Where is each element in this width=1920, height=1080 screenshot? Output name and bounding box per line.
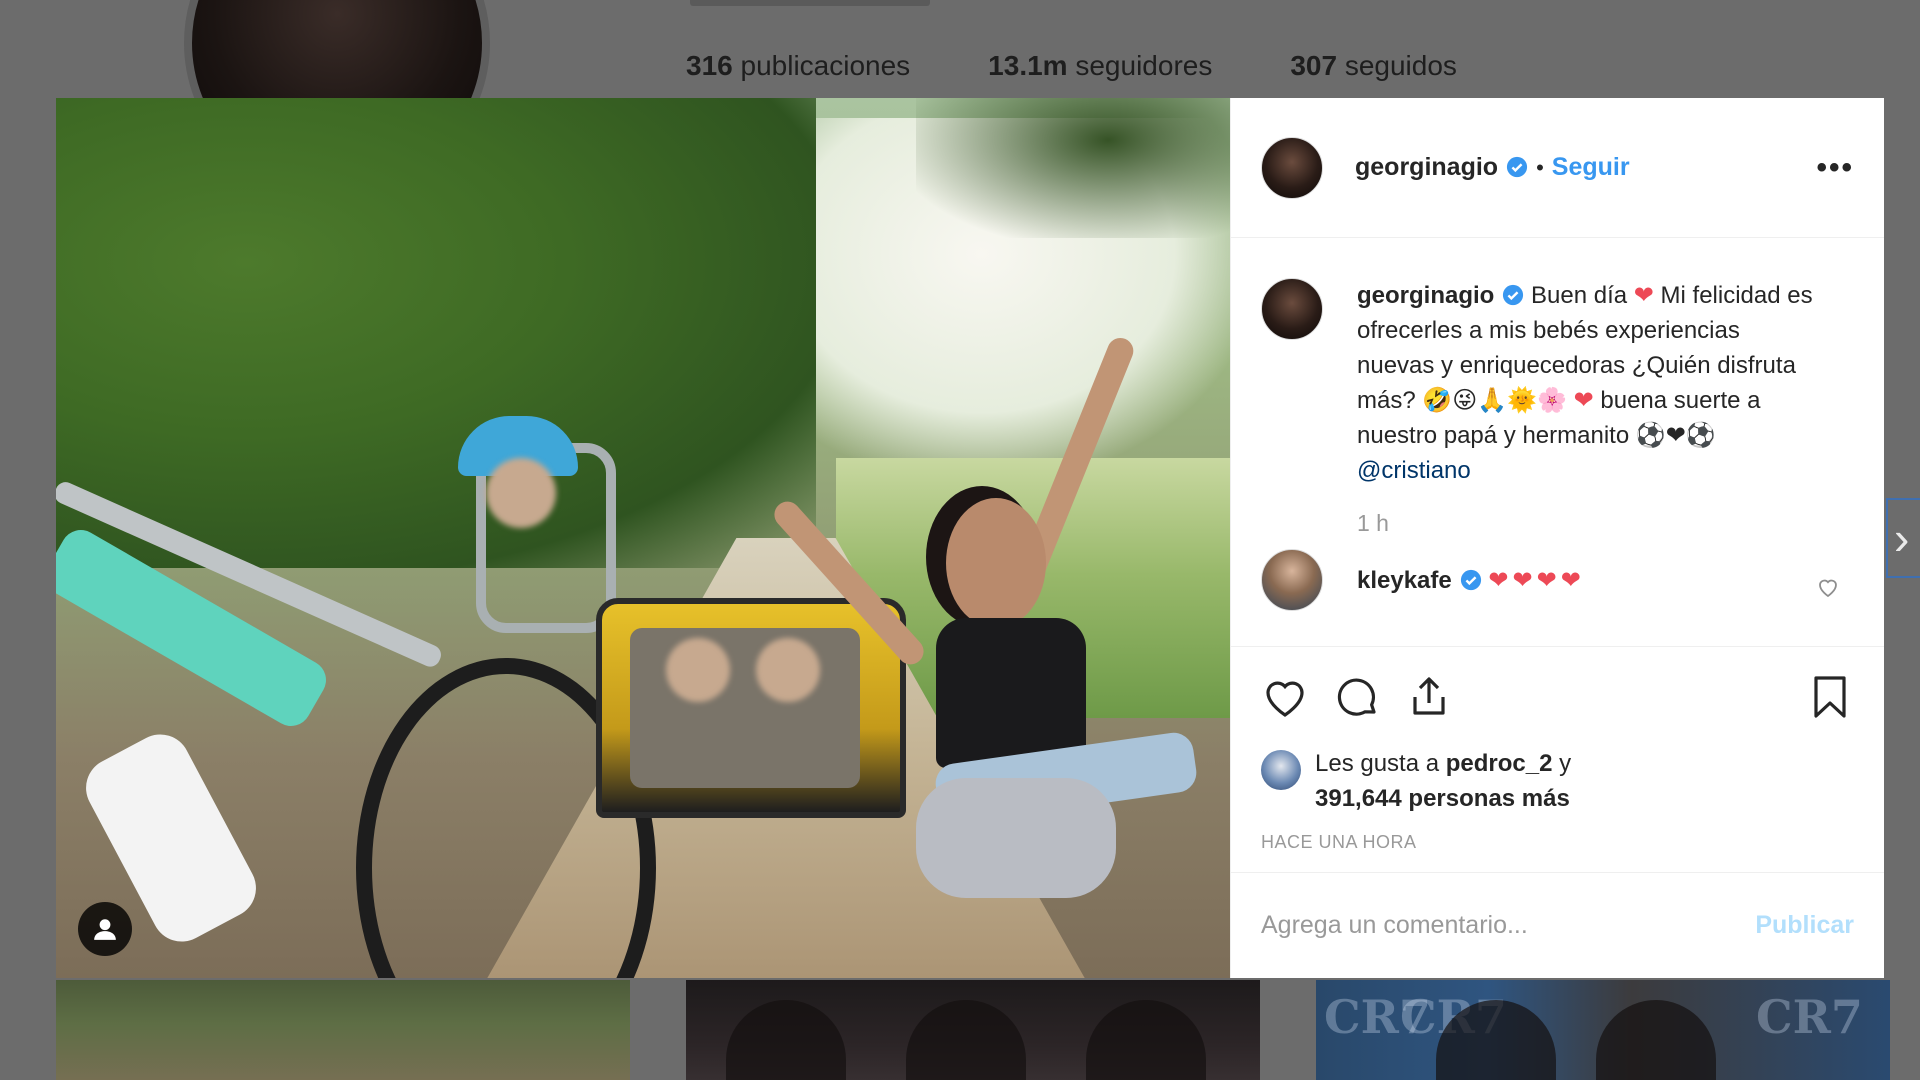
more-options-button[interactable]: ••• <box>1816 151 1854 185</box>
follow-button[interactable]: Seguir <box>1552 153 1630 182</box>
grid-post-thumbnail[interactable] <box>686 980 1260 1080</box>
verified-icon <box>1503 284 1524 306</box>
comment-text: kleykafe ❤❤❤❤ <box>1357 563 1816 598</box>
commenter-avatar[interactable] <box>1261 549 1323 611</box>
user-tag-icon <box>94 919 116 940</box>
chevron-right-icon: › <box>1894 512 1910 564</box>
caption-author-avatar[interactable] <box>1261 278 1323 340</box>
post-modal: georginagio • Seguir ••• georginagio Bue… <box>56 98 1884 978</box>
profile-stats: 316 publicaciones 13.1m seguidores 307 s… <box>686 50 1457 82</box>
grid-post-thumbnail[interactable]: CR7 CR7 CR7 <box>1316 980 1890 1080</box>
likes-text: Les gusta a pedroc_2 y 391,644 personas … <box>1315 750 1572 812</box>
caption-emojis: 🤣😜🙏🌞🌸 <box>1422 386 1567 414</box>
heart-emoji: ❤ <box>1633 281 1654 309</box>
photo-figure <box>906 1000 1026 1080</box>
post-header: georginagio • Seguir ••• <box>1231 98 1884 238</box>
photo-blurred-face <box>666 638 730 702</box>
bookmark-icon[interactable] <box>1806 673 1854 721</box>
caption-text: georginagio Buen día ❤ Mi felicidad es o… <box>1357 278 1817 488</box>
photo-figure <box>726 1000 846 1080</box>
profile-username-cropped <box>690 0 930 6</box>
liker-username[interactable]: pedroc_2 <box>1446 750 1553 777</box>
photo-trees <box>916 98 1230 238</box>
stat-following[interactable]: 307 seguidos <box>1290 50 1457 82</box>
comment-item: kleykafe ❤❤❤❤ <box>1261 549 1854 611</box>
likes-summary: Les gusta a pedroc_2 y 391,644 personas … <box>1231 746 1884 816</box>
likes-count-link[interactable]: 391,644 personas más <box>1315 785 1570 812</box>
post-timestamp: HACE UNA HORA <box>1261 832 1417 852</box>
grid-post-thumbnail[interactable] <box>56 980 630 1080</box>
author-username[interactable]: georginagio <box>1355 153 1528 182</box>
caption-text-part: Buen día <box>1531 282 1634 309</box>
separator-dot: • <box>1536 154 1544 180</box>
caption-emojis: ⚽❤⚽ <box>1635 421 1716 449</box>
stat-posts: 316 publicaciones <box>686 50 911 81</box>
photo-blurred-face <box>756 638 820 702</box>
photo-woman-head <box>946 498 1046 628</box>
action-bar <box>1231 646 1884 746</box>
post-side-panel: georginagio • Seguir ••• georginagio Bue… <box>1230 98 1884 978</box>
photo-woman-body <box>936 618 1086 768</box>
comment-hearts: ❤❤❤❤ <box>1488 565 1585 594</box>
caption-username[interactable]: georginagio <box>1357 282 1494 309</box>
verified-icon <box>1460 569 1481 590</box>
photo-blurred-face <box>486 458 556 528</box>
comment-input[interactable] <box>1261 911 1756 940</box>
cr7-backdrop-logo: CR7 <box>1756 990 1863 1044</box>
post-photo[interactable] <box>56 98 1230 978</box>
verified-icon <box>1506 156 1528 178</box>
like-comment-heart-icon[interactable] <box>1816 575 1840 599</box>
share-icon[interactable] <box>1405 673 1453 721</box>
photo-trees <box>56 98 816 568</box>
photo-figure <box>1086 1000 1206 1080</box>
add-comment-bar: Publicar <box>1231 872 1884 978</box>
publish-button[interactable]: Publicar <box>1755 911 1854 940</box>
heart-icon[interactable] <box>1261 673 1309 721</box>
photo-legs <box>916 778 1116 898</box>
mention-link[interactable]: @cristiano <box>1357 457 1471 484</box>
photo-figure <box>1596 1000 1716 1080</box>
stat-followers[interactable]: 13.1m seguidores <box>988 50 1212 82</box>
comment-icon[interactable] <box>1333 673 1381 721</box>
user-tag-button[interactable] <box>78 902 132 956</box>
commenter-username[interactable]: kleykafe <box>1357 567 1452 594</box>
caption-time: 1 h <box>1357 510 1389 536</box>
heart-emoji: ❤ <box>1573 386 1594 414</box>
author-avatar[interactable] <box>1261 136 1323 199</box>
comments-section: georginagio Buen día ❤ Mi felicidad es o… <box>1231 238 1884 646</box>
photo-trailer-interior <box>630 628 860 788</box>
liker-avatar[interactable] <box>1261 750 1301 790</box>
next-post-arrow[interactable]: › <box>1886 498 1920 578</box>
caption-comment: georginagio Buen día ❤ Mi felicidad es o… <box>1261 278 1854 488</box>
